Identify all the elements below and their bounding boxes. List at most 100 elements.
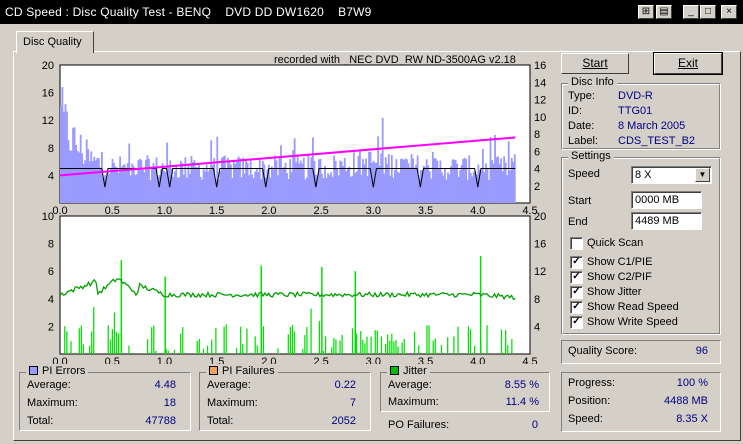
pi-failure-bar xyxy=(242,344,244,354)
tab-disc-quality[interactable]: Disc Quality xyxy=(16,31,94,53)
pi-failure-bar xyxy=(128,345,130,354)
x-tick-label: 1.0 xyxy=(157,356,172,364)
pi-failure-bar xyxy=(256,345,258,354)
show-c1-checkbox[interactable]: ✓ xyxy=(570,256,583,269)
x-tick-label: 1.0 xyxy=(157,205,172,217)
y-left-tick-label: 20 xyxy=(42,60,54,72)
jitter-legend: Jitter xyxy=(387,365,430,377)
position-label: Position: xyxy=(568,395,611,407)
title-bar: CD Speed : Disc Quality Test - BENQ DVD … xyxy=(0,0,743,24)
x-tick-label: 2.5 xyxy=(313,205,328,217)
pi-failure-bar xyxy=(146,339,149,354)
settings-group: Settings Speed 8 X ▼ Start 0000 MB End 4… xyxy=(561,150,721,335)
pi-failure-bar xyxy=(428,325,430,354)
pi-failures-swatch xyxy=(209,366,218,375)
disc-type-value: DVD-R xyxy=(618,90,653,102)
minimize-button[interactable]: _ xyxy=(683,5,699,19)
end-input[interactable]: 4489 MB xyxy=(631,212,702,230)
pi-failure-bar xyxy=(88,345,91,354)
pi-failure-bar xyxy=(333,338,335,354)
pi-errors-maximum-label: Maximum: xyxy=(27,397,78,409)
pi-failure-bar xyxy=(93,307,95,354)
speed-readout-value: 8.35 X xyxy=(676,413,708,425)
pi-failure-bar xyxy=(153,325,155,354)
screenshot-icon[interactable]: ⊞ xyxy=(638,5,654,19)
po-failures-label: PO Failures: xyxy=(388,419,450,431)
x-tick-label: 3.5 xyxy=(418,356,433,364)
pi-failure-bar xyxy=(107,325,109,354)
save-icon[interactable]: ▤ xyxy=(656,5,672,19)
disc-date-value: 8 March 2005 xyxy=(618,120,686,132)
pi-failure-bar xyxy=(351,328,354,354)
show-c2-checkbox[interactable]: ✓ xyxy=(570,271,583,284)
quick-scan-label: Quick Scan xyxy=(587,237,644,249)
pi-failure-bar xyxy=(500,329,503,354)
pi-failure-bar xyxy=(180,333,182,354)
pi-failure-bar xyxy=(505,330,507,354)
pi-failure-spike xyxy=(260,265,263,354)
x-tick-label: 0.5 xyxy=(105,356,120,364)
maximize-button[interactable]: □ xyxy=(700,5,716,19)
disc-label-value: CDS_TEST_B2 xyxy=(618,135,696,147)
pi-error-bar xyxy=(513,154,516,203)
disc-info-group: Disc Info Type: DVD-R ID: TTG01 Date: 8 … xyxy=(561,76,721,150)
settings-legend: Settings xyxy=(568,150,614,162)
pi-failure-bar xyxy=(225,324,227,354)
y-right-tick-label: 6 xyxy=(534,146,540,158)
x-tick-label: 3.0 xyxy=(366,205,381,217)
x-tick-label: 2.0 xyxy=(261,205,276,217)
close-button[interactable]: × xyxy=(721,5,737,19)
charts-svg: recorded with _NEC DVD_RW ND-3500AG v2.1… xyxy=(42,54,547,364)
show-write-speed-checkbox[interactable]: ✓ xyxy=(570,316,583,329)
show-jitter-checkbox[interactable]: ✓ xyxy=(570,286,583,299)
quality-score-label: Quality Score: xyxy=(568,345,638,357)
pi-failure-bar xyxy=(418,345,420,354)
chart-area: recorded with _NEC DVD_RW ND-3500AG v2.1… xyxy=(16,52,556,364)
y-left-tick-label: 4 xyxy=(48,170,54,182)
pi-failure-bar xyxy=(310,308,312,354)
pi-failures-total-value: 2052 xyxy=(331,415,356,427)
disc-label-label: Label: xyxy=(568,135,598,147)
show-read-speed-checkbox[interactable]: ✓ xyxy=(570,301,583,314)
pi-failure-bar xyxy=(507,345,509,354)
exit-button[interactable]: Exit xyxy=(653,52,723,75)
start-button[interactable]: Start xyxy=(561,53,629,74)
pi-failure-bar xyxy=(469,329,472,354)
pi-failure-bar xyxy=(198,338,200,354)
pi-failure-bar xyxy=(318,320,320,354)
speed-select[interactable]: 8 X ▼ xyxy=(631,166,712,184)
y-right-tick-label: 4 xyxy=(534,321,540,333)
pi-errors-legend-text: PI Errors xyxy=(42,365,86,377)
y-right-tick-label: 14 xyxy=(534,77,546,89)
x-tick-label: 3.0 xyxy=(366,356,381,364)
y-left-tick-label: 4 xyxy=(48,294,54,306)
pi-failure-bar xyxy=(211,339,213,354)
quality-score-box: Quality Score: 96 xyxy=(561,340,721,364)
pi-failure-bar xyxy=(306,326,308,354)
y-left-tick-label: 6 xyxy=(48,266,54,278)
pi-failure-bar xyxy=(434,338,436,354)
chevron-down-icon[interactable]: ▼ xyxy=(695,168,710,182)
x-tick-label: 0.0 xyxy=(52,356,67,364)
pi-failure-bar xyxy=(64,326,66,354)
pi-failure-bar xyxy=(262,326,265,354)
pi-failure-bar xyxy=(151,327,153,354)
quality-score-value: 96 xyxy=(695,345,708,357)
speed-select-value: 8 X xyxy=(635,169,652,181)
pi-failure-bar xyxy=(453,336,455,354)
pi-failure-bar xyxy=(413,331,416,354)
pi-failure-bar xyxy=(167,350,169,354)
show-jitter-label: Show Jitter xyxy=(587,286,642,298)
y-right-tick-label: 12 xyxy=(534,266,546,278)
x-tick-label: 4.0 xyxy=(470,205,485,217)
start-input[interactable]: 0000 MB xyxy=(631,191,702,209)
pi-failure-bar xyxy=(467,326,470,354)
pi-errors-average-value: 4.48 xyxy=(154,379,176,391)
pi-errors-total-label: Total: xyxy=(27,415,54,427)
quick-scan-checkbox[interactable] xyxy=(570,237,583,250)
disc-date-label: Date: xyxy=(568,120,595,132)
pi-failure-bar xyxy=(355,333,358,354)
pi-failure-bar xyxy=(339,340,341,354)
y-right-tick-label: 4 xyxy=(534,164,540,176)
pi-failure-bar xyxy=(331,347,333,354)
